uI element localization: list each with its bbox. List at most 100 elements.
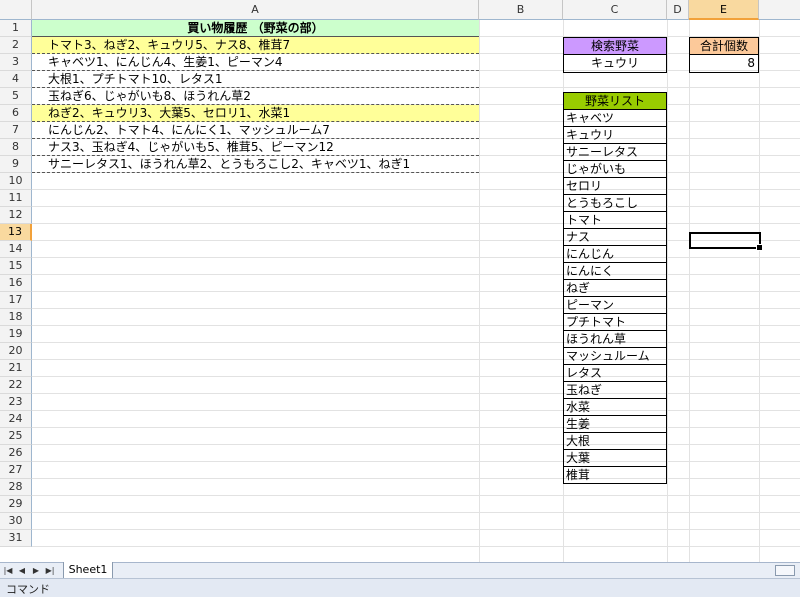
vegetable-list-item[interactable]: レタス [563,365,667,382]
row-header[interactable]: 24 [0,411,32,428]
sheet-tab-sheet1[interactable]: Sheet1 [63,562,113,579]
grid-line [32,189,800,190]
history-entry-cell[interactable]: サニーレタス1、ほうれん草2、とうもろこし2、キャベツ1、ねぎ1 [32,156,479,173]
search-value-cell[interactable]: キュウリ [563,55,667,73]
row-header[interactable]: 30 [0,513,32,530]
vegetable-list-title[interactable]: 野菜リスト [563,92,667,110]
row-header[interactable]: 17 [0,292,32,309]
vegetable-list-item[interactable]: 大葉 [563,450,667,467]
total-value-cell[interactable]: 8 [689,55,759,73]
column-header-a[interactable]: A [32,0,479,20]
last-sheet-icon[interactable]: ▶| [44,564,56,577]
grid-line [32,206,800,207]
prev-sheet-icon[interactable]: ◀ [16,564,28,577]
row-header[interactable]: 7 [0,122,32,139]
history-entry-cell[interactable]: 玉ねぎ6、じゃがいも8、ほうれん草2 [32,88,479,105]
row-header[interactable]: 3 [0,54,32,71]
vegetable-list-item[interactable]: ねぎ [563,280,667,297]
row-header[interactable]: 11 [0,190,32,207]
grid-line [32,427,800,428]
column-header-blank[interactable] [759,0,800,20]
row-header[interactable]: 22 [0,377,32,394]
grid-line [32,546,800,547]
row-header[interactable]: 5 [0,88,32,105]
column-header-d[interactable]: D [667,0,689,20]
column-header-b[interactable]: B [479,0,563,20]
total-label-cell[interactable]: 合計個数 [689,37,759,55]
vegetable-list-item[interactable]: にんじん [563,246,667,263]
row-header[interactable]: 16 [0,275,32,292]
history-title-cell[interactable]: 買い物履歴 （野菜の部） [32,20,479,37]
select-all-corner[interactable] [0,0,32,20]
spreadsheet-grid[interactable]: A B C D E 1 2 3 4 5 6 7 8 9 10 11 12 13 14 15 16 17 18 19 2… [0,0,800,562]
vegetable-list-item[interactable]: 大根 [563,433,667,450]
history-entry-cell[interactable]: キャベツ1、にんじん4、生姜1、ピーマン4 [32,54,479,71]
grid-line [32,308,800,309]
fill-handle[interactable] [756,244,763,251]
grid-line [32,291,800,292]
row-header[interactable]: 12 [0,207,32,224]
row-header[interactable]: 18 [0,309,32,326]
vegetable-list-item[interactable]: じゃがいも [563,161,667,178]
row-header[interactable]: 27 [0,462,32,479]
grid-line [32,359,800,360]
row-header[interactable]: 2 [0,37,32,54]
row-header[interactable]: 10 [0,173,32,190]
row-header[interactable]: 4 [0,71,32,88]
grid-line [32,257,800,258]
row-header[interactable]: 29 [0,496,32,513]
vegetable-list-item[interactable]: セロリ [563,178,667,195]
grid-line [32,444,800,445]
search-label-cell[interactable]: 検索野菜 [563,37,667,55]
vegetable-list-item[interactable]: 水菜 [563,399,667,416]
grid-line [32,223,800,224]
history-entry-cell[interactable]: トマト3、ねぎ2、キュウリ5、ナス8、椎茸7 [32,37,479,54]
vegetable-list-item[interactable]: とうもろこし [563,195,667,212]
row-header[interactable]: 9 [0,156,32,173]
row-header[interactable]: 14 [0,241,32,258]
grid-line [32,512,800,513]
row-header[interactable]: 6 [0,105,32,122]
history-entry-cell[interactable]: ナス3、玉ねぎ4、じゃがいも5、椎茸5、ピーマン12 [32,139,479,156]
history-entry-cell[interactable]: 大根1、プチトマト10、レタス1 [32,71,479,88]
vegetable-list-item[interactable]: ナス [563,229,667,246]
vegetable-list-item[interactable]: 生姜 [563,416,667,433]
row-header[interactable]: 19 [0,326,32,343]
first-sheet-icon[interactable]: |◀ [2,564,14,577]
grid-line [32,393,800,394]
row-header[interactable]: 13 [0,224,32,241]
row-header[interactable]: 8 [0,139,32,156]
active-cell-cursor[interactable] [689,232,763,251]
row-header[interactable]: 23 [0,394,32,411]
column-header-e[interactable]: E [689,0,759,20]
row-header[interactable]: 26 [0,445,32,462]
vegetable-list-item[interactable]: キャベツ [563,110,667,127]
vegetable-list-item[interactable]: ほうれん草 [563,331,667,348]
history-entry-cell[interactable]: にんじん2、トマト4、にんにく1、マッシュルーム7 [32,122,479,139]
vegetable-list-item[interactable]: キュウリ [563,127,667,144]
vegetable-list-item[interactable]: 玉ねぎ [563,382,667,399]
vegetable-list-item[interactable]: サニーレタス [563,144,667,161]
row-header[interactable]: 28 [0,479,32,496]
row-header[interactable]: 15 [0,258,32,275]
grid-line [32,410,800,411]
column-header-c[interactable]: C [563,0,667,20]
vegetable-list-item[interactable]: ピーマン [563,297,667,314]
row-header[interactable]: 21 [0,360,32,377]
vegetable-list-item[interactable]: プチトマト [563,314,667,331]
row-header[interactable]: 25 [0,428,32,445]
next-sheet-icon[interactable]: ▶ [30,564,42,577]
vegetable-list-item[interactable]: マッシュルーム [563,348,667,365]
row-header[interactable]: 31 [0,530,32,547]
grid-line [32,478,800,479]
vegetable-list-item[interactable]: にんにく [563,263,667,280]
grid-line [32,325,800,326]
vegetable-list-item[interactable]: トマト [563,212,667,229]
grid-line [32,529,800,530]
status-bar: コマンド [0,578,800,597]
vegetable-list-item[interactable]: 椎茸 [563,467,667,484]
horizontal-scrollbar[interactable] [775,565,795,576]
row-header[interactable]: 1 [0,20,32,37]
history-entry-cell[interactable]: ねぎ2、キュウリ3、大葉5、セロリ1、水菜1 [32,105,479,122]
row-header[interactable]: 20 [0,343,32,360]
